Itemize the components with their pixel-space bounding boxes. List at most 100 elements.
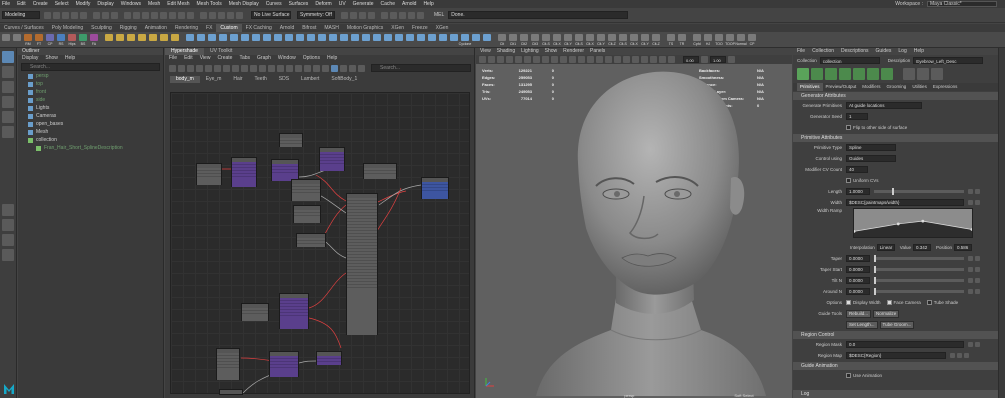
outliner-item-front[interactable]: front [18,88,163,96]
outliner-menu-help[interactable]: Help [65,55,75,62]
taper-field[interactable]: 0.0000 [846,255,870,262]
shading-engine-node[interactable] [421,177,449,199]
hs-menu-options[interactable]: Options [303,55,320,62]
map-icon[interactable] [975,278,980,283]
shelf-tab[interactable]: Sculpting [87,24,116,32]
tilt-field[interactable]: 0.0000 [846,277,870,284]
shelf-item-icon[interactable]: HJ [703,33,713,46]
outliner-item-lights[interactable]: Lights [18,104,163,112]
set-length-button[interactable]: Set Length... [846,320,878,329]
map-icon[interactable] [975,289,980,294]
graph-tab[interactable]: SoftBody_1 [325,76,363,83]
shelf-item-icon[interactable]: Clt-S [541,33,551,46]
shelf-tab[interactable]: MASH [320,24,342,32]
shelf-item-icon[interactable] [251,33,261,46]
menu-surfaces[interactable]: Surfaces [289,1,309,7]
shelf-item-icon[interactable]: FT [34,33,44,46]
vp-menu-panels[interactable]: Panels [590,48,605,55]
vp-menu-view[interactable]: View [480,48,491,55]
outliner-layout-icon[interactable] [2,249,14,261]
shelf-item-icon[interactable]: Clt1 [508,33,518,46]
vp-menu-shading[interactable]: Shading [497,48,515,55]
control-using-dropdown[interactable]: Guides [846,155,896,162]
shelf-item-icon[interactable] [1,33,11,46]
shader-node[interactable] [241,303,269,321]
expression-icon[interactable] [968,278,973,283]
smooth-shade-icon[interactable] [569,56,576,63]
taper-slider[interactable] [874,255,964,262]
shelf-item-icon[interactable] [471,33,481,46]
menu-display[interactable]: Display [97,1,113,7]
expression-icon[interactable] [968,200,973,205]
subtab-primitives[interactable]: Primitives [797,83,823,91]
select-hierarchy-icon[interactable] [93,11,100,19]
menu-mesh[interactable]: Mesh [148,1,160,7]
menu-deform[interactable]: Deform [315,1,331,7]
hs-menu-edit[interactable]: Edit [184,55,193,62]
shelf-tab[interactable]: Rigging [116,24,141,32]
panel-layout-icon[interactable] [399,11,406,19]
region-map-field[interactable]: $DESC{Region} [846,352,946,359]
graph-icon[interactable] [268,64,275,72]
shader-node[interactable] [363,163,397,179]
xg-menu-guides[interactable]: Guides [876,48,892,55]
guide-tool-icon[interactable] [881,68,893,80]
create-description-icon[interactable] [797,68,809,80]
textured-icon[interactable] [587,56,594,63]
uv-toolkit-tab[interactable]: UV Toolkit [204,48,238,55]
select-tool-icon[interactable] [2,51,14,63]
width-ramp-graph[interactable] [853,208,973,238]
graph-icon[interactable] [358,64,365,72]
shelf-item-icon[interactable] [416,33,426,46]
snap-grid-icon[interactable] [200,11,207,19]
ipr-render-icon[interactable] [350,11,357,19]
outliner-item-open-bases[interactable]: open_bases [18,120,163,128]
move-guide-icon[interactable] [825,68,837,80]
hypershade-search-input[interactable]: Search... [371,64,471,72]
menu-file[interactable]: File [2,1,10,7]
around-field[interactable]: 0.0000 [846,288,870,295]
use-animation-checkbox[interactable] [846,373,851,378]
ramp-value-field[interactable]: 0.342 [912,244,931,251]
outliner-item-description[interactable]: Fran_Hair_Short_SplineDescription [18,144,163,152]
shelf-item-icon[interactable]: TR [677,33,687,46]
shelf-item-icon[interactable]: CP [45,33,55,46]
outliner-item-top[interactable]: top [18,80,163,88]
shader-node[interactable] [319,147,345,171]
xg-menu-log[interactable]: Log [898,48,906,55]
hypershade-tab[interactable]: Hypershade [165,48,204,55]
shelf-item-icon[interactable]: RM [23,33,33,46]
shelf-item-icon[interactable] [482,33,492,46]
normalize-button[interactable]: Normalize [873,309,900,318]
shelf-item-icon[interactable] [218,33,228,46]
workspace-dropdown[interactable]: Maya Classic* [927,1,997,7]
shelf-tab[interactable]: Arnold [276,24,298,32]
graph-icon[interactable] [322,64,329,72]
snap-plane-icon[interactable] [227,11,234,19]
shadows-icon[interactable] [605,56,612,63]
lasso-tool-icon[interactable] [2,66,14,78]
width-expression-field[interactable]: $DESC{paintmaps/width} [846,199,964,206]
log-section[interactable]: Log [793,390,998,398]
graph-icon[interactable] [277,64,284,72]
lights-icon[interactable] [596,56,603,63]
graph-icon[interactable] [205,64,212,72]
shelf-tab[interactable]: XGen [432,24,453,32]
outliner-item-mesh[interactable]: Mesh [18,128,163,136]
shelf-item-icon[interactable]: Clt-Y [563,33,573,46]
region-mask-field[interactable]: 0.0 [846,341,964,348]
outliner-item-collection[interactable]: collection [18,136,163,144]
shelf-item-icon[interactable] [104,33,114,46]
xg-menu-file[interactable]: File [797,48,805,55]
save-scene-icon[interactable] [62,11,69,19]
hs-menu-file[interactable]: File [169,55,177,62]
menu-create[interactable]: Create [33,1,48,7]
taper-start-field[interactable]: 0.0000 [846,266,870,273]
subtab-grooming[interactable]: Grooming [884,83,910,91]
graph-icon[interactable] [340,64,347,72]
mask-icon[interactable] [151,11,158,19]
graph-icon[interactable] [187,64,194,72]
menu-cache[interactable]: Cache [381,1,395,7]
shelf-item-icon[interactable]: Clt [497,33,507,46]
subtab-utilities[interactable]: Utilities [909,83,930,91]
